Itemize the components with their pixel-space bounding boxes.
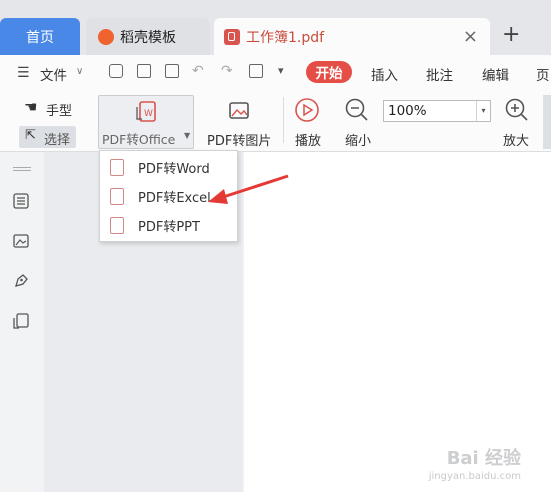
pdf-file-icon (224, 28, 240, 45)
play-button[interactable]: 播放 (295, 130, 321, 149)
dropdown-arrow-icon: ▼ (184, 131, 191, 140)
play-icon (295, 98, 319, 122)
zoom-level-value: 100% (388, 103, 427, 119)
export-icon[interactable] (249, 64, 263, 78)
pdf-to-image-icon (229, 102, 249, 119)
hamburger-menu-icon[interactable]: ☰ (17, 65, 30, 81)
annotation-arrow (208, 174, 289, 204)
menu-page[interactable]: 页 (536, 64, 550, 84)
undo-icon[interactable]: ↶ (192, 63, 204, 79)
new-tab-button[interactable]: + (502, 22, 520, 47)
tab-bar: 首页 稻壳模板 工作簿1.pdf × + (0, 0, 551, 55)
pdf-to-office-button[interactable]: W PDF转Office ▼ (98, 95, 194, 149)
zoom-level-input[interactable]: 100% ▾ (383, 100, 491, 122)
dropdown-item-label: PDF转Word (138, 162, 210, 177)
sidebar-grip-icon[interactable] (13, 167, 31, 168)
ribbon-toolbar: ☚ 手型 ⇱ 选择 W PDF转Office ▼ PDF转图片 播放 缩小 10… (0, 89, 551, 152)
close-tab-icon[interactable]: × (463, 26, 478, 47)
svg-text:W: W (144, 109, 153, 119)
zoom-dropdown-icon[interactable]: ▾ (476, 101, 490, 121)
pdf-to-image-button[interactable]: PDF转图片 (207, 130, 271, 149)
redo-icon[interactable]: ↷ (221, 63, 233, 79)
annotation-pen-icon[interactable] (12, 272, 30, 290)
menu-file[interactable]: 文件 (40, 64, 67, 84)
tab-home[interactable]: 首页 (0, 18, 80, 55)
tab-daoke-label: 稻壳模板 (120, 29, 176, 46)
outline-list-icon[interactable] (12, 192, 30, 210)
print-icon[interactable] (165, 64, 179, 78)
zoom-in-icon (505, 98, 528, 121)
thumbnail-image-icon[interactable] (12, 232, 30, 250)
tab-document[interactable]: 工作簿1.pdf × (214, 18, 490, 55)
ribbon-scroll-edge (543, 95, 551, 149)
tab-home-label: 首页 (26, 29, 54, 46)
hand-tool-button[interactable]: 手型 (46, 100, 72, 119)
select-tool-label: 选择 (44, 133, 71, 148)
cursor-arrow-icon: ⇱ (25, 128, 36, 143)
menu-bar: ☰ 文件 ∨ ↶ ↷ ▾ 开始 插入 批注 编辑 页 (0, 55, 551, 89)
zoom-out-icon (345, 98, 368, 121)
zoom-in-button[interactable]: 放大 (503, 130, 529, 149)
chevron-down-icon[interactable]: ∨ (76, 66, 83, 77)
convert-document-icon[interactable] (12, 312, 30, 330)
save-icon[interactable] (137, 64, 151, 78)
ribbon-divider (283, 97, 284, 143)
menu-edit[interactable]: 编辑 (482, 64, 509, 84)
tab-document-label: 工作簿1.pdf (246, 29, 325, 46)
open-folder-icon[interactable] (109, 64, 123, 78)
dropdown-item-label: PDF转PPT (138, 220, 200, 235)
menu-insert[interactable]: 插入 (371, 64, 398, 84)
menu-start[interactable]: 开始 (306, 61, 352, 83)
menu-start-label: 开始 (315, 66, 343, 82)
select-tool-button[interactable]: ⇱ 选择 (19, 126, 76, 148)
baidu-watermark: Bai 经验 (446, 448, 521, 469)
hand-icon: ☚ (24, 98, 38, 116)
pdf-to-office-label: PDF转Office (102, 132, 176, 147)
pdf-to-office-icon: W (136, 101, 156, 122)
ppt-file-icon (110, 217, 124, 234)
zoom-out-button[interactable]: 缩小 (345, 130, 371, 149)
daoke-logo-icon (98, 28, 114, 45)
excel-file-icon (110, 188, 124, 205)
dropdown-item-pdf-to-ppt[interactable]: PDF转PPT (100, 211, 237, 240)
baidu-watermark-url: jingyan.baidu.com (428, 471, 521, 482)
menu-annotate[interactable]: 批注 (426, 64, 453, 84)
left-sidebar (0, 152, 44, 492)
word-file-icon (110, 159, 124, 176)
tab-daoke-templates[interactable]: 稻壳模板 (86, 18, 210, 55)
customize-toolbar-icon[interactable]: ▾ (278, 64, 284, 77)
